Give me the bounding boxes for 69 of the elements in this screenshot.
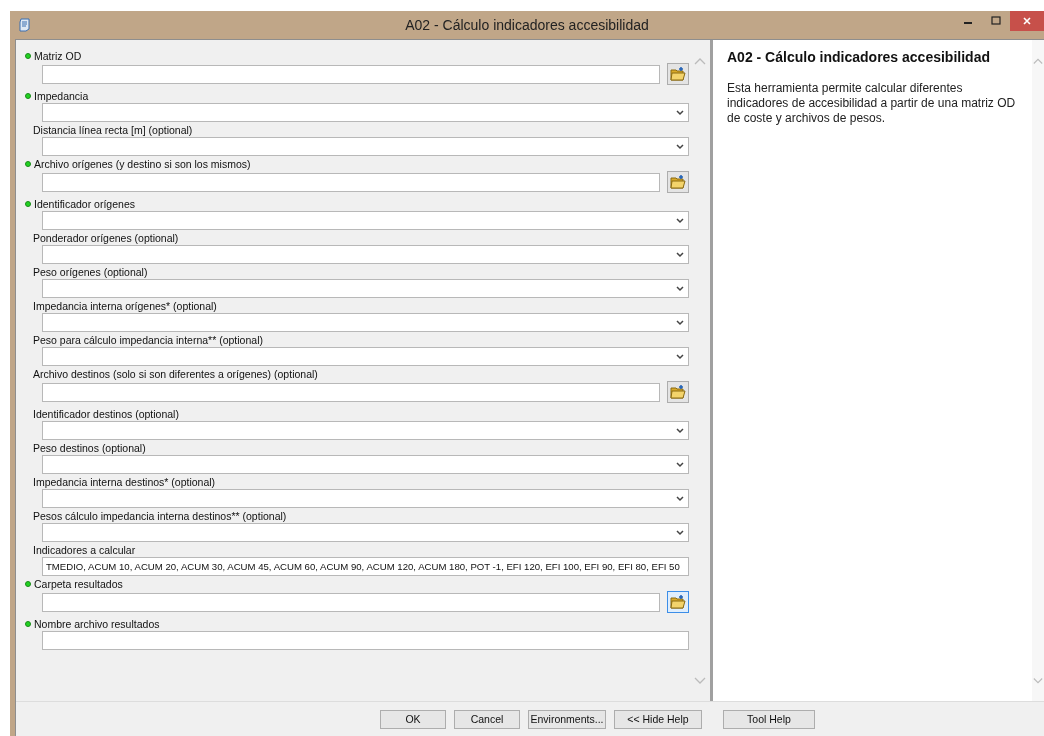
parameter-label: Ponderador orígenes (optional) [33,232,179,244]
text-field[interactable]: TMEDIO, ACUM 10, ACUM 20, ACUM 30, ACUM 45, ACUM 60, ACUM 90, ACUM 120, ACUM 180, POT -1, EFI 120, EFI 100, EFI 90, EFI 80, EFI 50 [42,557,689,576]
parameter-label: Indicadores a calcular [33,544,136,556]
script-icon [18,18,32,32]
window-title: A02 - Cálculo indicadores accesibilidad [404,17,650,33]
path-field[interactable] [42,64,660,84]
parameter-label: Impedancia interna orígenes* (optional) [33,300,217,312]
parameter-label: Peso para cálculo impedancia interna** (optional) [33,334,263,346]
parameter-label: Archivo orígenes (y destino si son los mismos) [34,158,251,170]
chevron-down-icon [676,495,684,502]
dialog-button[interactable]: << Hide Help [614,709,702,729]
dropdown-field[interactable] [42,455,689,474]
close-button[interactable] [1010,11,1044,31]
dropdown-field[interactable] [42,245,689,264]
close-icon [1022,16,1032,26]
scroll-up-icon[interactable] [1033,57,1043,65]
scroll-down-icon[interactable] [1033,677,1043,685]
folder-icon [670,595,686,609]
folder-icon [670,67,686,81]
chevron-down-icon [676,427,684,434]
dropdown-field[interactable] [42,211,689,230]
parameter-label: Impedancia interna destinos* (optional) [33,476,216,488]
dropdown-field[interactable] [42,347,689,366]
folder-icon [670,385,686,399]
scroll-up-icon[interactable] [693,57,706,65]
dropdown-field[interactable] [42,523,689,542]
help-text: Esta herramienta permite calcular diferentes indicadores de accesibilidad a partir de una matriz OD de coste y archivos de pesos. [727,81,1017,126]
dropdown-field[interactable] [42,279,689,298]
parameter-label: Archivo destinos (solo si son diferentes a orígenes) (optional) [33,368,318,380]
parameter-label: Nombre archivo resultados [34,618,160,630]
parameter-label: Matriz OD [34,50,82,62]
path-field[interactable] [42,382,660,402]
chevron-down-icon [676,461,684,468]
dropdown-field[interactable] [42,103,689,122]
chevron-down-icon [676,353,684,360]
parameter-label: Distancia línea recta [m] (optional) [33,124,193,136]
dialog-button[interactable]: OK [380,709,446,729]
browse-button[interactable] [667,171,689,193]
dropdown-field[interactable] [42,137,689,156]
maximize-icon [991,16,1001,26]
parameter-label: Identificador destinos (optional) [33,408,179,420]
dialog-button[interactable]: Environments... [528,709,606,729]
path-field[interactable] [42,592,660,612]
path-field[interactable] [42,172,660,192]
browse-button[interactable] [667,591,689,613]
browse-button[interactable] [667,381,689,403]
scroll-down-icon[interactable] [693,677,706,685]
chevron-down-icon [676,217,684,224]
folder-icon [670,175,686,189]
dropdown-field[interactable] [42,421,689,440]
browse-button[interactable] [667,63,689,85]
dialog-button[interactable]: Cancel [454,709,520,729]
parameter-label: Pesos cálculo impedancia interna destinos** (optional) [33,510,287,522]
chevron-down-icon [676,251,684,258]
chevron-down-icon [676,285,684,292]
parameter-label: Impedancia [34,90,89,102]
chevron-down-icon [676,319,684,326]
help-title: A02 - Cálculo indicadores accesibilidad [727,49,991,65]
parameter-label: Peso destinos (optional) [33,442,146,454]
text-field[interactable] [42,631,689,650]
chevron-down-icon [676,143,684,150]
chevron-down-icon [676,109,684,116]
chevron-down-icon [676,529,684,536]
parameter-label: Carpeta resultados [34,578,123,590]
parameter-label: Identificador orígenes [34,198,135,210]
dropdown-field[interactable] [42,313,689,332]
dropdown-field[interactable] [42,489,689,508]
dialog-button[interactable]: Tool Help [723,709,815,729]
parameter-label: Peso orígenes (optional) [33,266,148,278]
